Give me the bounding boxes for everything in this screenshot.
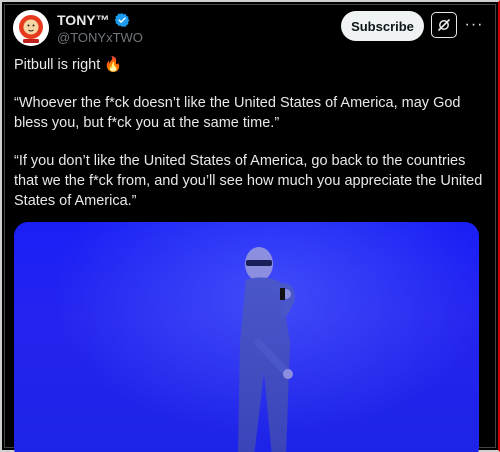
verified-badge-icon — [114, 13, 129, 27]
tweet-quote-1: “Whoever the f*ck doesn’t like the Unite… — [14, 95, 465, 131]
tweet-line-1-text: Pitbull is right — [14, 57, 105, 73]
grok-icon — [437, 18, 451, 32]
grok-button[interactable] — [431, 12, 457, 38]
author-handle[interactable]: @TONYxTWO — [57, 30, 143, 45]
performer-figure — [238, 247, 295, 452]
tweet-header: TONY™ @TONYxTWO Subscribe ··· — [13, 9, 487, 49]
tweet-line-1: Pitbull is right 🔥 — [14, 55, 484, 75]
more-button[interactable]: ··· — [463, 14, 485, 36]
tweet-text: Pitbull is right 🔥 “Whoever the f*ck doe… — [14, 55, 484, 229]
tweet-quote-2: “If you don’t like the United States of … — [14, 153, 487, 209]
avatar[interactable] — [13, 10, 49, 46]
fire-emoji-icon: 🔥 — [104, 57, 123, 73]
author-name-row: TONY™ — [57, 12, 130, 28]
tweet-media-video[interactable] — [14, 222, 479, 452]
lion-logo-icon — [13, 10, 49, 46]
author-name[interactable]: TONY™ — [57, 12, 110, 28]
subscribe-button[interactable]: Subscribe — [341, 11, 424, 41]
more-icon: ··· — [464, 16, 484, 33]
